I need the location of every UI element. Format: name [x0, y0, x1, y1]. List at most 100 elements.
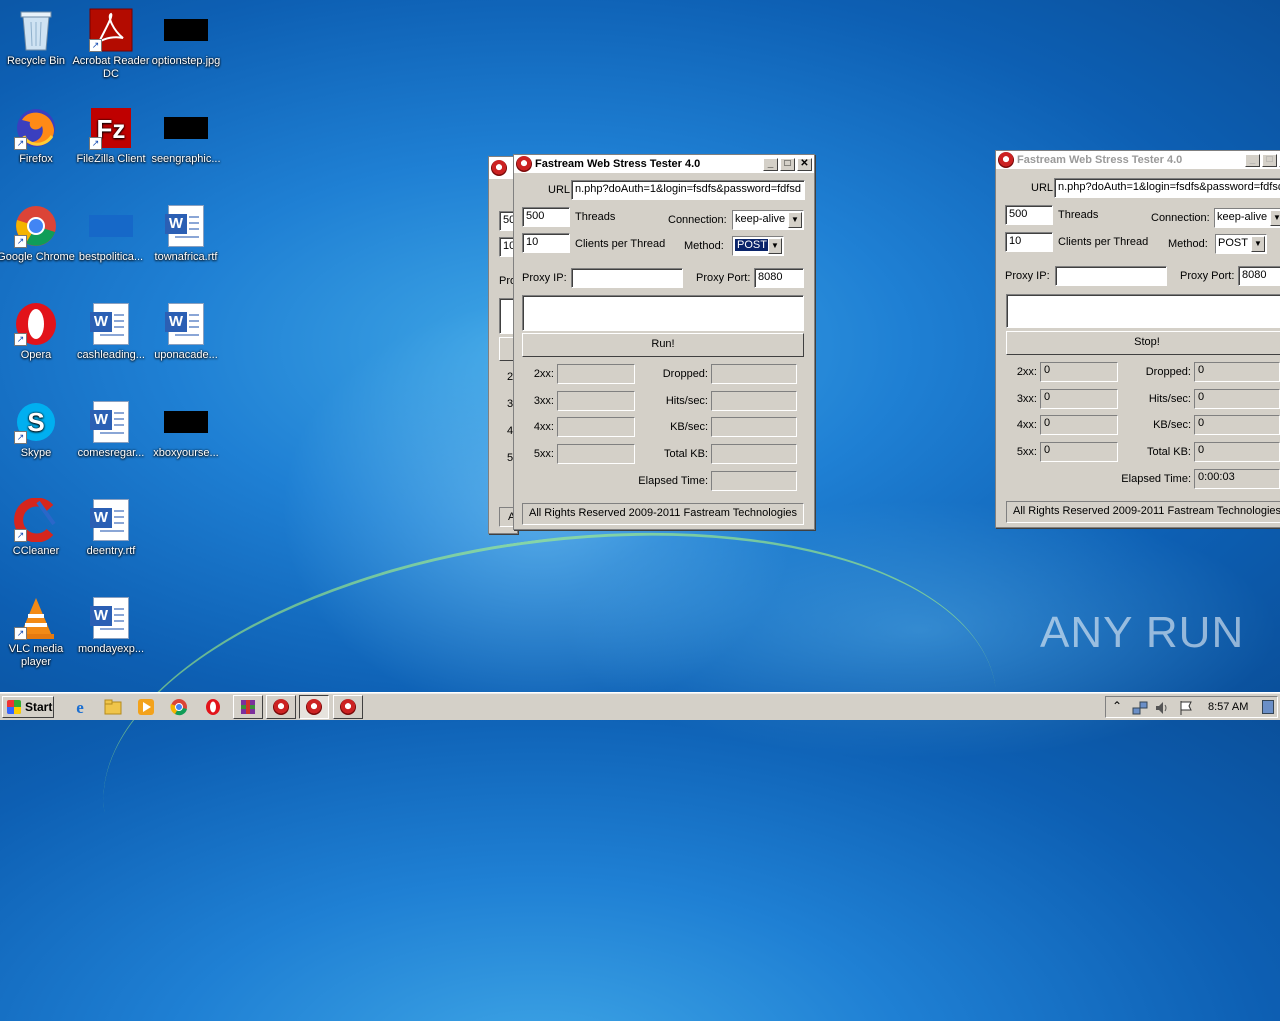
fastream-icon	[273, 699, 289, 715]
desktop-icon-townafrica[interactable]: W townafrica.rtf	[146, 204, 226, 264]
desktop-icon-deentry[interactable]: W deentry.rtf	[71, 498, 151, 558]
fastream-icon	[516, 156, 532, 172]
window-titlebar[interactable]: Fastream Web Stress Tester 4.0 _ □ ✕	[514, 155, 814, 173]
output-area[interactable]	[522, 295, 804, 331]
opera-icon: ↗	[14, 302, 58, 346]
close-button[interactable]: ✕	[797, 157, 812, 171]
taskbar-app-winrar[interactable]	[233, 695, 263, 719]
clock[interactable]: 8:57 AM	[1208, 701, 1248, 713]
desktop-icon-bestpolitica[interactable]: bestpolitica...	[71, 204, 151, 264]
clients-input[interactable]: 10	[522, 233, 570, 253]
chrome-quicklaunch-icon[interactable]	[167, 697, 191, 717]
word-doc-icon: W	[89, 596, 133, 640]
window-titlebar[interactable]: Fastream Web Stress Tester 4.0 _ □ ✕	[996, 151, 1280, 169]
start-button[interactable]: Start	[2, 696, 54, 718]
maximize-button[interactable]: □	[780, 157, 795, 171]
desktop-icon-label: mondayexp...	[77, 643, 145, 655]
chevron-down-icon[interactable]: ▼	[1270, 210, 1280, 226]
totalkb-label: Total KB:	[1146, 446, 1191, 458]
url-input[interactable]: n.php?doAuth=1&login=fsdfs&password=fdfs…	[1054, 178, 1280, 198]
clients-input[interactable]: 10	[1005, 232, 1053, 252]
totalkb-value	[711, 444, 797, 464]
taskbar-app-fastream-2[interactable]	[299, 695, 329, 719]
proxy-ip-input[interactable]	[571, 268, 683, 288]
stop-button[interactable]: Stop!	[1006, 331, 1280, 355]
desktop-icon-label: Opera	[20, 349, 52, 361]
volume-icon[interactable]	[1154, 700, 1170, 716]
chevron-down-icon[interactable]: ▼	[788, 212, 802, 228]
desktop-icon-label: cashleading...	[77, 349, 145, 361]
desktop-icon-ccleaner[interactable]: ↗ CCleaner	[0, 498, 76, 558]
desktop-icon-recycle-bin[interactable]: Recycle Bin	[0, 8, 76, 68]
desktop-icon-chrome[interactable]: ↗ Google Chrome	[0, 204, 76, 264]
tray-expand-icon[interactable]: ⌃	[1112, 699, 1122, 713]
desktop-icon-mondayexp[interactable]: W mondayexp...	[71, 596, 151, 656]
opera-quicklaunch-icon[interactable]	[201, 697, 225, 717]
desktop-icon-optionstep[interactable]: optionstep.jpg	[146, 8, 226, 68]
connection-select[interactable]: keep-alive ▼	[732, 210, 804, 230]
filezilla-icon: Fz ↗	[89, 106, 133, 150]
clients-label: Clients per Thread	[575, 238, 666, 250]
desktop-icon-uponacade[interactable]: W uponacade...	[146, 302, 226, 362]
action-center-flag-icon[interactable]	[1178, 700, 1194, 716]
desktop-icon-cashleading[interactable]: W cashleading...	[71, 302, 151, 362]
maximize-button[interactable]: □	[1262, 153, 1277, 167]
app-window-main[interactable]: Fastream Web Stress Tester 4.0 _ □ ✕ URL…	[513, 154, 815, 530]
taskbar: Start e ⌃ 8:57 AM	[0, 692, 1280, 720]
label-3xx: 3xx:	[533, 395, 554, 407]
url-label: URL	[1031, 182, 1054, 194]
fastream-icon	[491, 160, 507, 176]
network-icon[interactable]	[1132, 700, 1148, 716]
explorer-quicklaunch-icon[interactable]	[101, 697, 125, 717]
chevron-down-icon[interactable]: ▼	[1251, 236, 1265, 252]
method-select[interactable]: POST ▼	[1215, 234, 1267, 254]
dropped-value: 0	[1194, 362, 1280, 382]
proxy-port-input[interactable]: 8080	[754, 268, 804, 288]
desktop-icon-label: comesregar...	[77, 447, 145, 459]
desktop-icon-label: optionstep.jpg	[151, 55, 221, 67]
taskbar-app-fastream-1[interactable]	[266, 695, 296, 719]
desktop-icon-label: deentry.rtf	[86, 545, 136, 557]
minimize-button[interactable]: _	[763, 157, 778, 171]
kbs-label: KB/sec:	[670, 421, 708, 433]
proxy-port-input[interactable]: 8080	[1238, 266, 1280, 286]
method-select[interactable]: POST ▼	[732, 236, 784, 256]
status-bar: All Rights Reserved 2009-2011 Fastream T…	[1006, 501, 1280, 523]
image-file-icon	[164, 106, 208, 150]
url-label: URL	[548, 184, 571, 196]
media-player-quicklaunch-icon[interactable]	[134, 697, 158, 717]
image-file-icon	[164, 400, 208, 444]
output-area[interactable]	[1006, 294, 1280, 328]
desktop-icon-vlc[interactable]: ↗ VLC media player	[0, 596, 76, 669]
run-button[interactable]: Run!	[522, 333, 804, 357]
desktop-icon-opera[interactable]: ↗ Opera	[0, 302, 76, 362]
proxy-ip-input[interactable]	[1055, 266, 1167, 286]
desktop-icon-label: CCleaner	[12, 545, 60, 557]
desktop-icon-label: Skype	[20, 447, 52, 459]
desktop-icon-skype[interactable]: S ↗ Skype	[0, 400, 76, 460]
word-doc-icon: W	[89, 498, 133, 542]
show-desktop-button[interactable]	[1262, 700, 1274, 714]
taskbar-app-fastream-3[interactable]	[333, 695, 363, 719]
minimize-button[interactable]: _	[1245, 153, 1260, 167]
connection-select[interactable]: keep-alive ▼	[1214, 208, 1280, 228]
app-window-right[interactable]: Fastream Web Stress Tester 4.0 _ □ ✕ URL…	[995, 150, 1280, 528]
desktop-icon-label: xboxyourse...	[153, 447, 219, 459]
desktop-icon-acrobat[interactable]: ↗ Acrobat Reader DC	[71, 8, 151, 81]
word-doc-icon: W	[89, 400, 133, 444]
threads-input[interactable]: 500	[522, 207, 570, 227]
threads-input[interactable]: 500	[1005, 205, 1053, 225]
desktop-icon-comesregar[interactable]: W comesregar...	[71, 400, 151, 460]
ie-quicklaunch-icon[interactable]: e	[68, 697, 92, 717]
chevron-down-icon[interactable]: ▼	[768, 238, 782, 254]
value-3xx	[557, 391, 635, 411]
value-5xx	[557, 444, 635, 464]
desktop-icon-xboxyourse[interactable]: xboxyourse...	[146, 400, 226, 460]
desktop-icon-firefox[interactable]: ↗ Firefox	[0, 106, 76, 166]
kbs-value	[711, 417, 797, 437]
value-5xx: 0	[1040, 442, 1118, 462]
url-input[interactable]: n.php?doAuth=1&login=fsdfs&password=fdfs…	[571, 180, 805, 200]
kbs-value: 0	[1194, 415, 1280, 435]
desktop-icon-seengraphic[interactable]: seengraphic...	[146, 106, 226, 166]
desktop-icon-filezilla[interactable]: Fz ↗ FileZilla Client	[71, 106, 151, 166]
